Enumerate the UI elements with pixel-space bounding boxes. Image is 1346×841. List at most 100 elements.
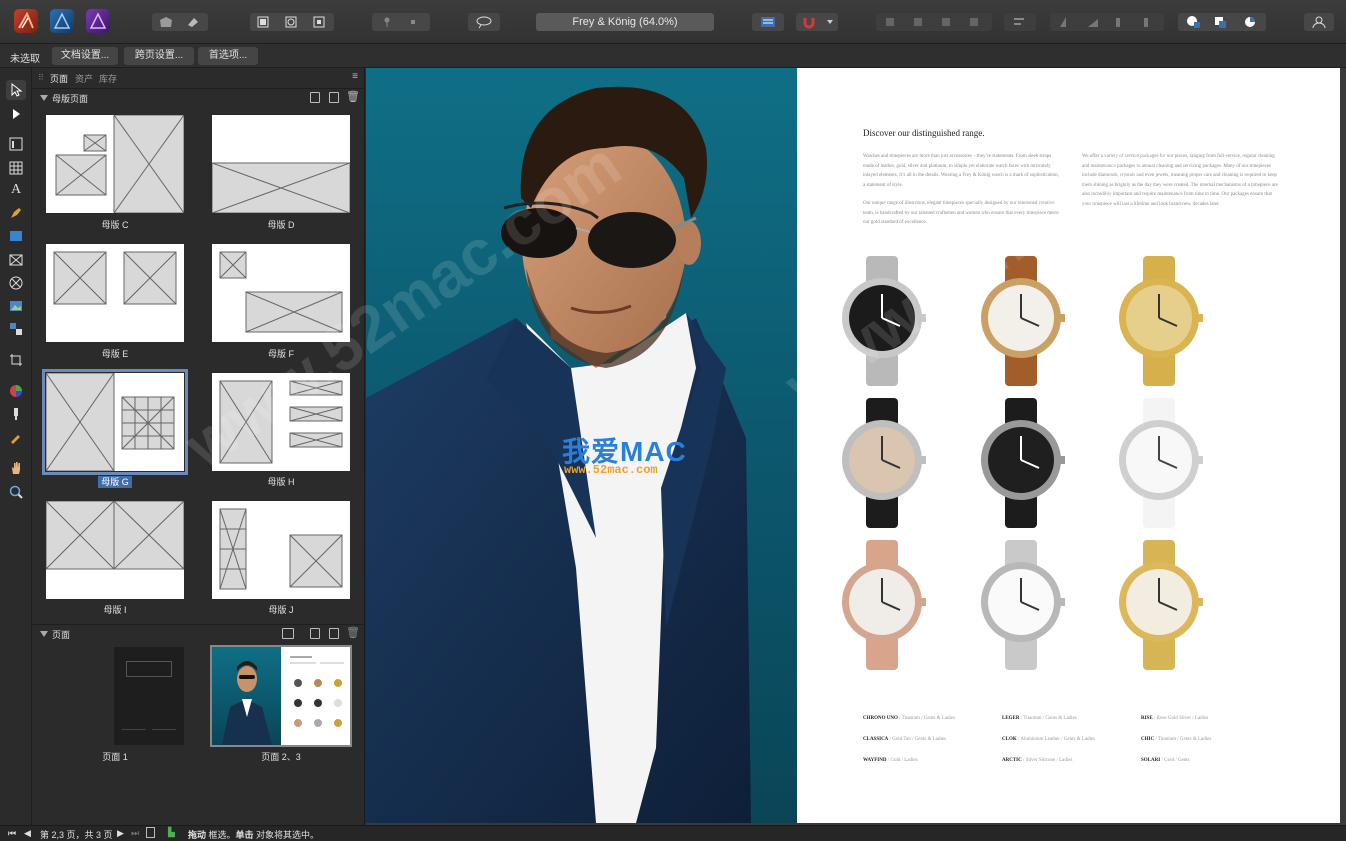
pen-tool-icon[interactable] (6, 203, 26, 223)
right-page[interactable]: Discover our distinguished range. Watche… (797, 68, 1340, 823)
frame-tools-group[interactable] (250, 13, 334, 31)
watch-image[interactable] (971, 256, 1071, 386)
watch-image[interactable] (832, 256, 932, 386)
watermark-url: www.52mac.com (564, 463, 658, 477)
body-text-left[interactable]: Watches and timepieces are more than jus… (863, 152, 1061, 190)
table-tool-icon[interactable] (6, 158, 26, 178)
document-setup-button[interactable]: 文档设置... (52, 47, 118, 65)
page-label-selected: 页面 2、3 (261, 752, 301, 762)
pin-group[interactable] (372, 13, 430, 31)
move-tool-icon[interactable] (6, 80, 26, 100)
watch-image[interactable] (1109, 256, 1209, 386)
insert-master-icon[interactable] (310, 92, 320, 103)
picture-frame-tool-icon[interactable] (6, 250, 26, 270)
rectangle-tool-icon[interactable] (6, 226, 26, 246)
master-thumbnail-f[interactable] (212, 244, 350, 342)
snapping-magnet-icon[interactable] (796, 13, 838, 31)
designer-persona-icon[interactable] (50, 9, 74, 33)
watch-image[interactable] (832, 398, 932, 528)
collapse-triangle-icon[interactable] (40, 95, 48, 101)
last-page-icon[interactable]: ⏭ (131, 828, 139, 839)
master-pages-header[interactable]: 母版页面 🗑 (32, 88, 365, 106)
first-page-icon[interactable]: ⏮ (8, 828, 16, 839)
spec-item[interactable]: CHIC / Titanium / Gents & Ladies (1141, 737, 1211, 742)
next-page-icon[interactable]: ▶ (117, 828, 124, 839)
text-frame-tool-icon[interactable] (6, 134, 26, 154)
align-icon[interactable] (1004, 13, 1036, 31)
pages-header[interactable]: 页面 🗑 (32, 624, 365, 642)
photo-persona-icon[interactable] (86, 9, 110, 33)
delete-page-icon[interactable]: 🗑 (346, 626, 360, 639)
master-label: 母版 C (101, 220, 129, 230)
document-canvas[interactable]: 我爱MAC www.52mac.com Discover our disting… (172, 68, 1346, 825)
color-picker-tool-icon[interactable] (6, 381, 26, 401)
watch-image[interactable] (1109, 398, 1209, 528)
spec-item[interactable]: ARCTIC / Silver Silicone / Ladies (1002, 758, 1072, 763)
body-text-right[interactable]: We offer a variety of service packages f… (1082, 152, 1280, 209)
spec-item[interactable]: CLASSICA / Gold Tan / Gents & Ladies (863, 737, 946, 742)
insert-page-icon[interactable] (310, 628, 320, 639)
previous-page-icon[interactable]: ◀ (24, 828, 31, 839)
master-thumbnail-d[interactable] (211, 115, 351, 214)
spec-item[interactable]: RISE / Rose Gold Silver / Ladies (1141, 716, 1208, 721)
master-label-selected: 母版 G (46, 475, 184, 488)
spec-name: CLASSICA (863, 737, 889, 742)
master-thumbnail-i[interactable] (45, 500, 185, 599)
master-thumbnail-e[interactable] (46, 244, 184, 342)
panel-grip-icon: ⠿ (38, 73, 44, 82)
watch-image[interactable] (832, 540, 932, 670)
tab-assets[interactable]: 资产 (75, 72, 93, 85)
body-text-left-2[interactable]: Our unique range of illustrious, elegant… (863, 199, 1061, 228)
eyedropper-tool-icon[interactable] (6, 427, 26, 447)
fill-tool-icon[interactable] (6, 404, 26, 424)
left-page-photo[interactable]: 我爱MAC www.52mac.com (366, 68, 797, 823)
spec-item[interactable]: WAYFIND / Gold / Ladies (863, 758, 918, 763)
spec-item[interactable]: CLOK / Aluminium Leather / Gents & Ladie… (1002, 737, 1095, 742)
text-frame-icon[interactable] (752, 13, 784, 31)
master-thumbnail-j[interactable] (212, 501, 350, 599)
watch-image[interactable] (971, 540, 1071, 670)
panel-menu-icon[interactable]: ≡ (352, 71, 358, 82)
spec-detail: / Aluminium Leather / Gents & Ladies (1016, 737, 1096, 742)
spread-setup-button[interactable]: 跨页设置... (124, 47, 194, 65)
artistic-text-tool-icon[interactable]: A (6, 180, 26, 200)
master-thumbnail-g[interactable] (42, 369, 188, 475)
duplicate-page-icon[interactable] (329, 628, 339, 639)
page-thumbnail-1[interactable] (114, 647, 184, 745)
watch-image[interactable] (971, 398, 1071, 528)
node-tool-icon[interactable] (6, 104, 26, 124)
page-heading[interactable]: Discover our distinguished range. (863, 128, 984, 138)
crop-tool-icon[interactable] (6, 350, 26, 370)
spec-item[interactable]: LEGER / Titanium / Gents & Ladies (1002, 716, 1077, 721)
user-account-icon[interactable] (1304, 13, 1334, 31)
publisher-persona-icon[interactable] (14, 9, 38, 33)
page-label: 页面 1 (102, 752, 128, 762)
spec-name: LEGER (1002, 716, 1020, 721)
transform-group[interactable] (1050, 13, 1164, 31)
arrange-group[interactable] (876, 13, 992, 31)
preview-icon[interactable] (468, 13, 500, 31)
status-hint: 拖动 框选。单击 对象将其选中。 (188, 830, 320, 840)
tab-library[interactable]: 库存 (99, 72, 117, 85)
spec-item[interactable]: SOLARI / Gold / Gents (1141, 758, 1190, 763)
view-mode-group[interactable] (152, 13, 208, 31)
spec-detail: / Rose Gold Silver / Ladies (1152, 716, 1209, 721)
page-options-icon[interactable] (282, 628, 294, 639)
boolean-group[interactable] (1178, 13, 1266, 31)
collapse-triangle-icon[interactable] (40, 631, 48, 637)
tab-pages[interactable]: 页面 (50, 72, 68, 85)
place-image-tool-icon[interactable] (6, 296, 26, 316)
spec-item[interactable]: CHRONO UNO / Titanium / Gents & Ladies (863, 716, 955, 721)
hand-tool-icon[interactable] (6, 458, 26, 478)
duplicate-master-icon[interactable] (329, 92, 339, 103)
preferences-button[interactable]: 首选项... (198, 47, 258, 65)
place-content-tool-icon[interactable] (6, 319, 26, 339)
watch-image[interactable] (1109, 540, 1209, 670)
master-thumbnail-h[interactable] (212, 373, 350, 471)
zoom-tool-icon[interactable] (6, 482, 26, 502)
master-thumbnail-c[interactable] (46, 114, 185, 214)
page-thumbnail-2-3[interactable] (210, 645, 352, 747)
delete-master-icon[interactable]: 🗑 (346, 90, 360, 103)
page-status-icon[interactable] (146, 827, 155, 838)
ellipse-frame-tool-icon[interactable] (6, 273, 26, 293)
